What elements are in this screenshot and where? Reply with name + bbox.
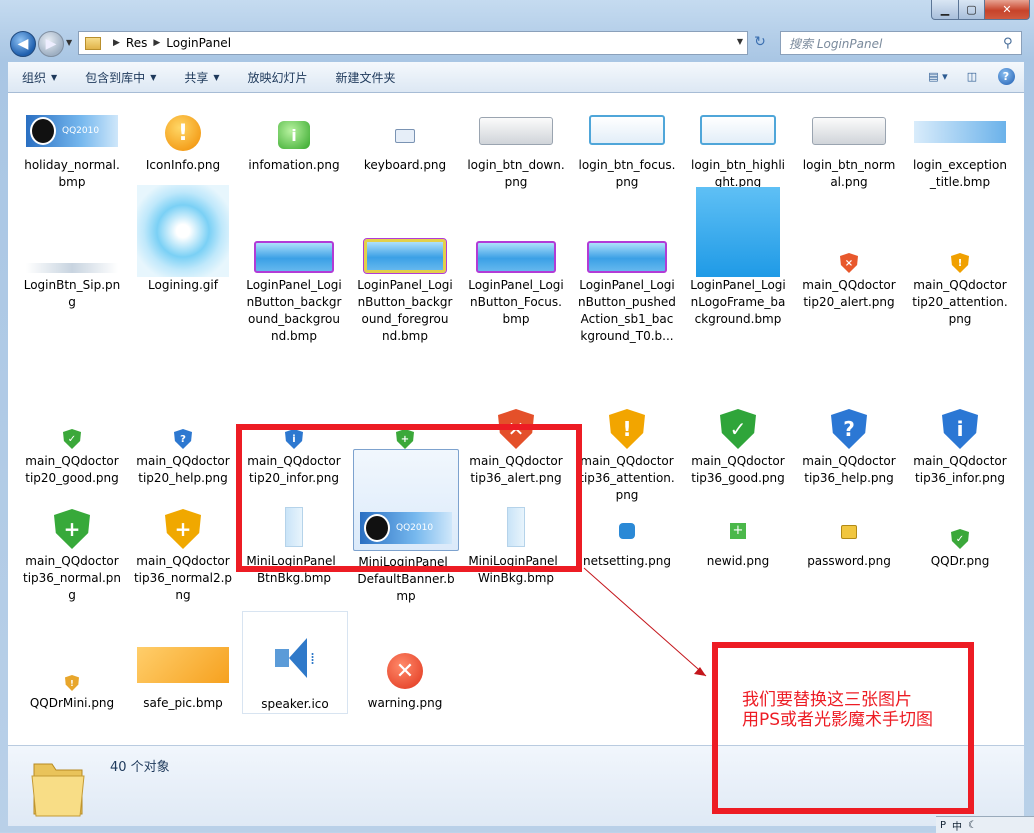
ime-p[interactable]: P	[940, 820, 946, 831]
annotation-line-2: 用PS或者光影魔术手切图	[742, 710, 934, 730]
moon-icon[interactable]: ☾	[968, 820, 977, 831]
explorer-window: ▁ ▢ ✕ ◀ ▶ ▼ ▶ Res ▶ LoginPanel ▼ ↻ 搜索 Lo…	[0, 0, 1034, 833]
ime-lang[interactable]: 中	[952, 818, 962, 833]
annotation-note: 我们要替换这三张图片 用PS或者光影魔术手切图	[742, 690, 933, 730]
annotation-line-1: 我们要替换这三张图片	[742, 690, 912, 710]
ime-tray: P 中 ☾	[936, 816, 1034, 833]
